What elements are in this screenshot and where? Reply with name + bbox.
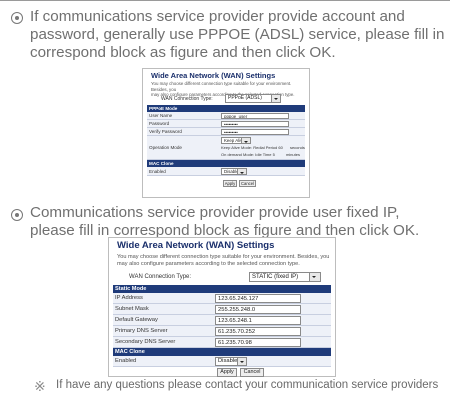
password-input[interactable]: ••••••••• [221, 121, 289, 127]
step1-line1: If communications service provider provi… [30, 8, 405, 25]
step1-line3: correspond block as figure and then clic… [30, 44, 336, 61]
top-divider [0, 0, 450, 1]
table-row: Password ••••••••• [147, 120, 305, 128]
enabled-label: Enabled [115, 358, 137, 364]
radio-bullet-icon [11, 12, 23, 24]
ip-address-label: IP Address [115, 295, 143, 301]
chevron-down-icon [241, 138, 250, 143]
primary-dns-input[interactable]: 61.235.70.252 [215, 327, 301, 336]
subnet-mask-input[interactable]: 255.255.248.0 [215, 305, 301, 314]
user-name-label: User Name [149, 113, 173, 118]
subnet-mask-label: Subnet Mask [115, 306, 149, 312]
desc-line2: may also configure parameters according … [117, 261, 300, 267]
on-demand-row: On demand Mode: Idle Time 5 minutes [221, 152, 300, 157]
mac-clone-value: Disable [218, 358, 238, 364]
default-gateway-input[interactable]: 123.65.248.1 [215, 316, 301, 325]
user-name-input[interactable]: pppoe_user [221, 113, 289, 119]
step2-text: Communications service provider provide … [30, 204, 419, 240]
conn-type-label: WAN Connection Type: [129, 274, 192, 280]
table-row: Enabled Disable [147, 167, 305, 176]
apply-button[interactable]: Apply [217, 368, 237, 377]
mac-clone-select[interactable]: Disable [221, 168, 247, 175]
desc-line1: You may choose different connection type… [117, 254, 330, 260]
static-section-header: Static Mode [113, 285, 331, 293]
default-gateway-label: Default Gateway [115, 317, 158, 323]
on-demand-unit: minutes [285, 152, 300, 157]
reference-mark-icon: ※ [34, 378, 46, 394]
step1-line2: password, generally use PPPOE (ADSL) ser… [30, 26, 445, 43]
keep-alive-text: Keep Alive Mode: Redial Period 60 [221, 145, 283, 150]
wan-settings-description: You may choose different connection type… [117, 254, 329, 268]
chevron-down-icon [309, 273, 320, 281]
table-row: Verify Password ••••••••• [147, 128, 305, 136]
secondary-dns-input[interactable]: 61.235.70.98 [215, 338, 301, 347]
password-label: Password [149, 121, 170, 126]
table-row: User Name pppoe_user [147, 112, 305, 120]
conn-type-value: PPPoE (ADSL) [228, 95, 262, 101]
conn-type-label: WAN Connection Type: [161, 96, 213, 102]
chevron-down-icon [237, 358, 246, 365]
secondary-dns-label: Secondary DNS Server [115, 339, 176, 345]
wan-settings-title: Wide Area Network (WAN) Settings [117, 240, 275, 251]
table-row: Operation Mode Keep Alive Keep Alive Mod… [147, 136, 305, 160]
conn-type-select[interactable]: PPPoE (ADSL) [225, 94, 281, 103]
help-note: If have any questions please contact you… [56, 379, 439, 391]
step1-text: If communications service provider provi… [30, 8, 444, 62]
operation-mode-select[interactable]: Keep Alive [221, 137, 251, 144]
wan-settings-title: Wide Area Network (WAN) Settings [151, 71, 276, 80]
static-ip-settings-screenshot: Wide Area Network (WAN) Settings You may… [108, 237, 336, 377]
pppoe-settings-screenshot: Wide Area Network (WAN) Settings You may… [142, 68, 310, 198]
cancel-button[interactable]: Cancel [240, 368, 264, 377]
table-row: Primary DNS Server 61.235.70.252 [113, 326, 331, 337]
desc-line1: You may choose different connection type… [151, 81, 292, 92]
chevron-down-icon [271, 95, 280, 102]
apply-button[interactable]: Apply [223, 180, 237, 187]
radio-bullet-icon [11, 209, 23, 221]
table-row: Default Gateway 123.65.248.1 [113, 315, 331, 326]
mac-clone-select[interactable]: Disable [215, 357, 247, 366]
conn-type-select[interactable]: STATIC (fixed IP) [249, 272, 321, 282]
conn-type-value: STATIC (fixed IP) [252, 274, 299, 280]
table-row: IP Address 123.65.245.127 [113, 293, 331, 304]
on-demand-text: On demand Mode: Idle Time 5 [221, 152, 275, 157]
table-row: Subnet Mask 255.255.248.0 [113, 304, 331, 315]
cancel-button[interactable]: Cancel [239, 180, 256, 187]
primary-dns-label: Primary DNS Server [115, 328, 168, 334]
enabled-label: Enabled [149, 169, 166, 174]
chevron-down-icon [237, 169, 246, 174]
step2-line1: Communications service provider provide … [30, 204, 400, 221]
keep-alive-row: Keep Alive Mode: Redial Period 60 second… [221, 145, 305, 150]
operation-mode-label: Operation Mode [149, 145, 182, 150]
pppoe-section-header: PPPoE Mode [147, 105, 305, 112]
table-row: Enabled Disable [113, 356, 331, 367]
keep-alive-unit: seconds [289, 145, 305, 150]
mac-clone-section-header: MAC Clone [113, 348, 331, 356]
verify-password-input[interactable]: ••••••••• [221, 129, 289, 135]
table-row: Secondary DNS Server 61.235.70.98 [113, 337, 331, 348]
verify-password-label: Verify Password [149, 129, 182, 134]
ip-address-input[interactable]: 123.65.245.127 [215, 294, 301, 303]
mac-clone-section-header: MAC Clone [147, 160, 305, 167]
